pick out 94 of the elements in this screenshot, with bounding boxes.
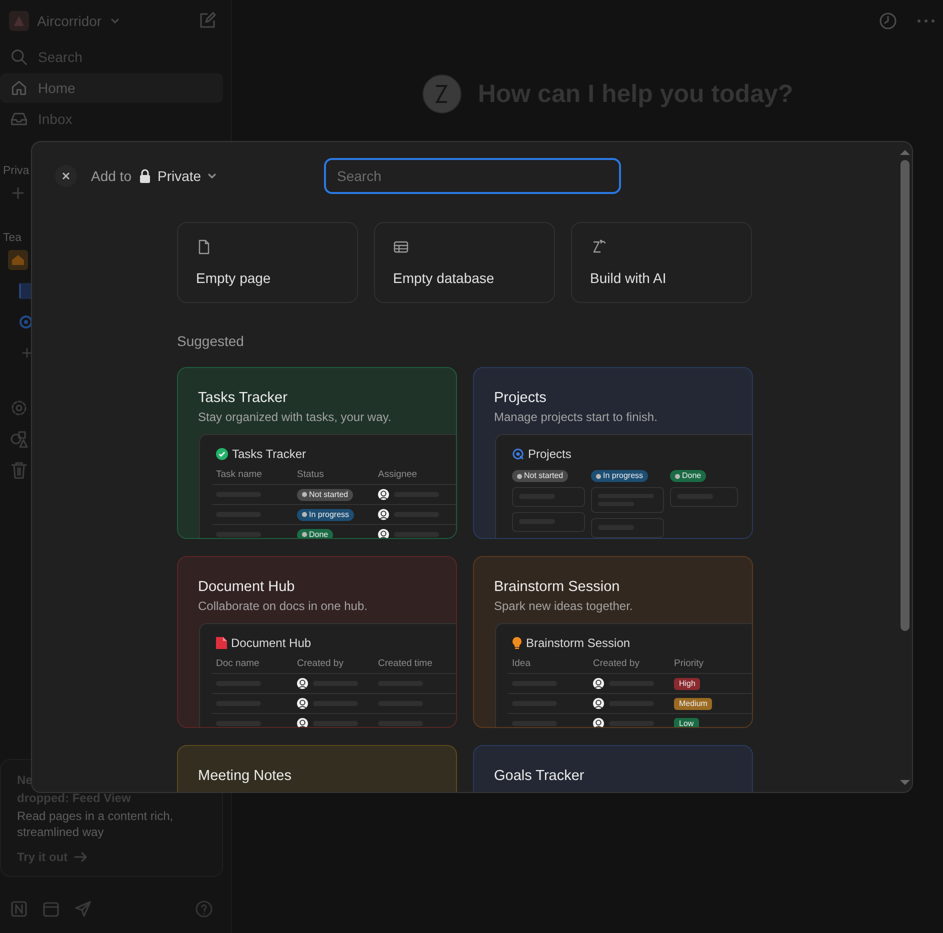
template-title: Tasks Tracker	[198, 389, 288, 408]
template-description: Spark new ideas together.	[494, 598, 634, 615]
quick-action-button[interactable]: Build with AI	[571, 222, 752, 303]
avatar-icon	[593, 698, 604, 709]
template-title: Meeting Notes	[198, 767, 292, 786]
placeholder-bar	[609, 721, 654, 726]
quick-action-button[interactable]: Empty page	[177, 222, 358, 303]
quick-action-button[interactable]: Empty database	[374, 222, 555, 303]
column-header: Task name	[216, 468, 263, 482]
avatar-icon	[378, 529, 389, 538]
plus-icon[interactable]	[22, 348, 32, 358]
table-icon	[393, 239, 409, 255]
placeholder-bar	[394, 532, 439, 537]
send-icon[interactable]	[74, 900, 92, 918]
more-icon[interactable]	[917, 19, 935, 23]
preview-title: Document Hub	[231, 636, 312, 650]
help-icon[interactable]	[195, 900, 213, 918]
chevron-down-icon	[207, 171, 218, 181]
placeholder-bar	[378, 721, 423, 726]
preview-title: Brainstorm Session	[526, 636, 630, 650]
avatar-icon	[378, 509, 389, 520]
template-description: Manage projects start to finish.	[494, 409, 658, 426]
placeholder-bar	[216, 532, 261, 537]
status-tag: Done	[297, 528, 334, 538]
template-card[interactable]: Tasks Tracker Stay organized with tasks, your way. Tasks Tracker Task name Status Assignee Not started In progress Done	[177, 367, 457, 539]
template-description: Collaborate on docs in one hub.	[198, 598, 368, 615]
home-icon	[10, 79, 28, 97]
status-tag: Done	[670, 470, 706, 482]
notion-logo-icon[interactable]	[10, 900, 28, 918]
avatar-icon	[297, 678, 308, 689]
plus-icon[interactable]	[12, 186, 24, 198]
preview-title: Projects	[528, 447, 572, 461]
section-label: Tea	[3, 232, 22, 244]
column-header: Created by	[593, 657, 640, 671]
promo-text: Read pages in a content rich, streamlined way	[17, 808, 174, 840]
chevron-down-icon	[110, 16, 120, 26]
template-card[interactable]: Brainstorm Session Spark new ideas together. Brainstorm Session Idea Created by Priority High Medium Low	[473, 556, 753, 728]
column-header: Assignee	[378, 468, 418, 482]
target-icon[interactable]	[19, 314, 33, 328]
add-to-label: Add to	[91, 168, 132, 184]
column-header: Idea	[512, 657, 532, 671]
template-card[interactable]: Projects Manage projects start to finish. Projects Not started In progress Done	[473, 367, 753, 539]
search-field[interactable]: Search	[324, 158, 621, 194]
avatar-icon	[378, 489, 389, 500]
arrow-right-icon	[74, 851, 88, 863]
priority-tag: High	[674, 678, 700, 690]
lightbulb-icon	[512, 637, 522, 649]
target-icon	[512, 448, 524, 460]
column-header: Priority	[674, 657, 705, 671]
status-tag: Not started	[297, 488, 354, 500]
template-description: Stay organized with tasks, your way.	[198, 409, 392, 426]
avatar-icon	[593, 678, 604, 689]
check-circle-icon	[216, 448, 228, 460]
template-card[interactable]: Goals Tracker	[473, 745, 753, 792]
preview-title: Tasks Tracker	[232, 447, 306, 461]
template-title: Projects	[494, 389, 548, 408]
template-title: Document Hub	[198, 578, 296, 597]
column-header: Status	[297, 468, 325, 482]
home-icon[interactable]	[8, 250, 28, 270]
column-header: Doc name	[216, 657, 260, 671]
template-card[interactable]: Document Hub Collaborate on docs in one hub. Document Hub Doc name Created by Created time	[177, 556, 457, 728]
placeholder-bar	[512, 721, 557, 726]
priority-tag: Medium	[674, 698, 712, 710]
close-button[interactable]	[55, 165, 77, 187]
column-header: Created time	[378, 657, 434, 671]
document-icon	[216, 637, 227, 649]
column-header: Created by	[297, 657, 344, 671]
avatar-icon	[297, 698, 308, 709]
calendar-icon[interactable]	[42, 900, 60, 918]
avatar-icon	[593, 718, 604, 727]
settings-icon[interactable]	[10, 398, 28, 416]
section-title: Suggested	[177, 333, 245, 349]
section-label: Priva	[3, 165, 30, 177]
search-icon	[10, 48, 28, 66]
compose-icon[interactable]	[198, 12, 216, 30]
clock-icon[interactable]	[879, 12, 897, 30]
status-tag: In progress	[297, 508, 354, 520]
avatar-icon	[297, 718, 308, 727]
status-tag: In progress	[591, 470, 648, 482]
placeholder-bar	[313, 721, 358, 726]
page-icon	[196, 239, 212, 255]
status-tag: Not started	[512, 470, 568, 482]
template-title: Brainstorm Session	[494, 578, 621, 597]
location-dropdown[interactable]: Private	[139, 168, 218, 184]
inbox-icon	[10, 110, 28, 128]
lock-icon	[139, 169, 152, 183]
template-card[interactable]: Meeting Notes	[177, 745, 457, 792]
shapes-icon[interactable]	[10, 430, 28, 448]
workspace-logo-icon	[9, 11, 29, 31]
trash-icon[interactable]	[10, 460, 28, 478]
close-icon	[62, 172, 70, 180]
priority-tag: Low	[674, 718, 699, 727]
placeholder-bar	[216, 721, 261, 726]
template-title: Goals Tracker	[494, 767, 586, 786]
